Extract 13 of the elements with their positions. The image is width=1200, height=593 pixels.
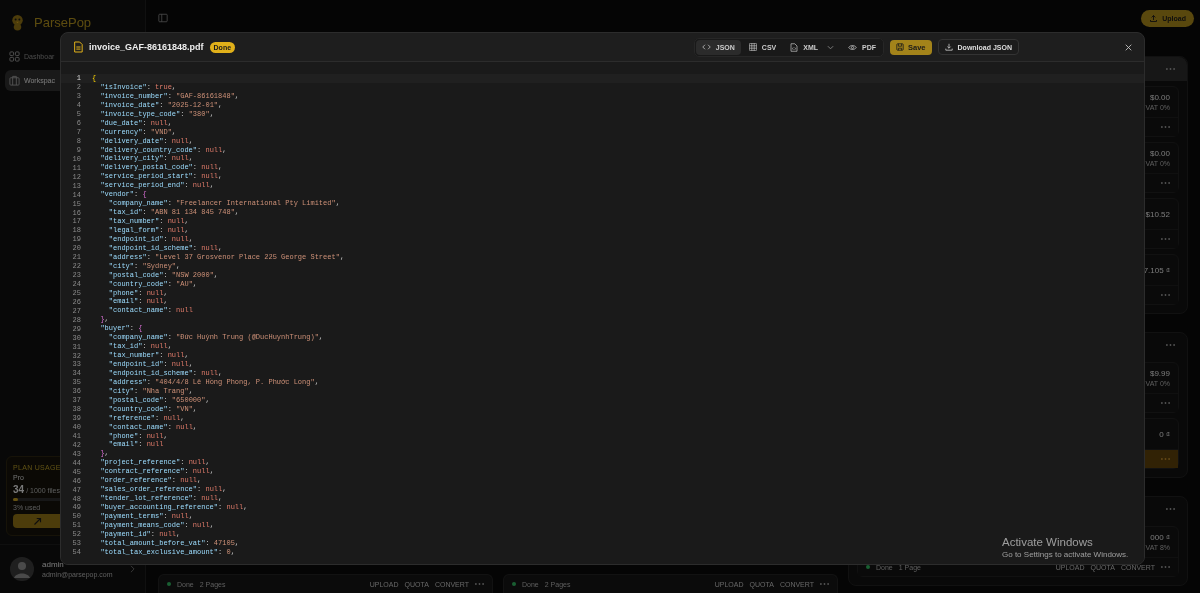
amount: $10.52 — [1145, 209, 1170, 219]
amount: 7.105 ₫ — [1143, 265, 1170, 275]
amount: 000 ₫ — [1150, 533, 1170, 542]
brand-name: ParsePop — [34, 14, 92, 30]
amount: $0.00 — [1149, 149, 1170, 158]
file-name: invoice_GAF-86161848.pdf — [89, 42, 204, 52]
amount: $0.00 — [1149, 93, 1170, 102]
amount: 0 ₫ — [1159, 429, 1170, 439]
activation-notice-text: Go to Settings to activate Windows. — [1002, 550, 1129, 559]
user-name: admin — [42, 560, 65, 569]
files-used: 34 — [13, 484, 25, 495]
amount: $9.99 — [1149, 369, 1170, 378]
activation-notice-title: Activate Windows — [1002, 536, 1094, 548]
